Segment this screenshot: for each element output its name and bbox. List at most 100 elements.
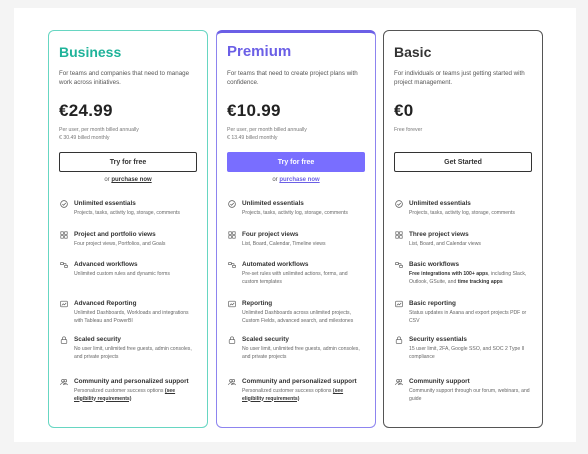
price-note-monthly: € 30.49 billed monthly: [59, 134, 110, 141]
grid-icon: [394, 230, 403, 239]
feature-list: Unlimited essentials Projects, tasks, act…: [227, 199, 365, 407]
price-note-annual: Per user, per month billed annually: [227, 127, 307, 133]
feature-item: Unlimited essentials Projects, tasks, act…: [394, 199, 532, 230]
purchase-prefix: or: [104, 177, 110, 183]
people-icon: [227, 377, 236, 386]
feature-desc: Free integrations with 100+ apps, includ…: [409, 271, 532, 286]
price-note-annual: Per user, per month billed annually: [59, 127, 139, 133]
feature-title: Community and personalized support: [242, 378, 357, 385]
feature-item: Reporting Unlimited Dashboards across unl…: [227, 299, 365, 335]
purchase-line: or purchase now: [59, 177, 197, 187]
purchase-line: or purchase now: [227, 177, 365, 187]
feature-desc: Four project views, Portfolios, and Goal…: [74, 241, 166, 247]
feature-title: Unlimited essentials: [242, 200, 304, 207]
integrations-highlight: Free integrations with 100+ apps: [409, 271, 489, 277]
feature-item: Security essentials 15 user limit, 2FA, G…: [394, 335, 532, 377]
workflow-icon: [227, 260, 236, 269]
feature-item: Three project views List, Board, and Cale…: [394, 230, 532, 260]
feature-desc: Personalized customer success options (s…: [242, 388, 365, 403]
feature-desc: Unlimited Dashboards, Workloads and inte…: [74, 310, 189, 324]
feature-desc: Projects, tasks, activity log, storage, …: [74, 210, 180, 216]
plan-name: Business: [59, 44, 122, 60]
feature-title: Scaled security: [74, 336, 121, 343]
plan-name: Basic: [394, 44, 432, 60]
lock-icon: [59, 335, 68, 344]
feature-desc-text: Personalized customer success options: [242, 388, 332, 394]
feature-list: Unlimited essentials Projects, tasks, act…: [394, 199, 532, 407]
chart-icon: [227, 299, 236, 308]
feature-title: Automated workflows: [242, 261, 309, 268]
feature-desc: No user limit, unlimited free guests, ad…: [74, 346, 192, 360]
feature-item: Community and personalized support Person…: [59, 377, 197, 407]
feature-title: Basic reporting: [409, 300, 456, 307]
purchase-now-link[interactable]: purchase now: [111, 177, 151, 183]
feature-title: Scaled security: [242, 336, 289, 343]
feature-desc: No user limit, unlimited free guests, ad…: [242, 346, 360, 360]
plan-card-business: Business For teams and companies that ne…: [48, 30, 208, 428]
feature-item: Automated workflows Pre-set rules with un…: [227, 260, 365, 299]
purchase-now-link[interactable]: purchase now: [279, 177, 319, 183]
feature-title: Community and personalized support: [74, 378, 189, 385]
people-icon: [59, 377, 68, 386]
purchase-spacer: [394, 177, 532, 187]
price-note-monthly: € 13.49 billed monthly: [227, 134, 278, 141]
people-icon: [394, 377, 403, 386]
feature-title: Advanced workflows: [74, 261, 138, 268]
feature-item: Advanced workflows Unlimited custom rules…: [59, 260, 197, 299]
feature-item: Advanced Reporting Unlimited Dashboards, …: [59, 299, 197, 335]
feature-desc: List, Board, Calendar, Timeline views: [242, 241, 326, 247]
feature-list: Unlimited essentials Projects, tasks, act…: [59, 199, 197, 407]
plan-description: For individuals or teams just getting st…: [394, 70, 525, 86]
price-note: Per user, per month billed annually € 30…: [59, 127, 197, 143]
feature-item: Unlimited essentials Projects, tasks, act…: [59, 199, 197, 230]
feature-title: Unlimited essentials: [74, 200, 136, 207]
pricing-panel: Business For teams and companies that ne…: [14, 8, 576, 442]
feature-desc: Projects, tasks, activity log, storage, …: [409, 210, 515, 216]
feature-desc: Unlimited Dashboards across unlimited pr…: [242, 310, 354, 324]
workflow-icon: [59, 260, 68, 269]
plan-description: For teams and companies that need to man…: [59, 70, 190, 86]
time-tracking-highlight: time tracking apps: [457, 278, 503, 285]
grid-icon: [59, 230, 68, 239]
get-started-button[interactable]: Get Started: [394, 152, 532, 172]
feature-item: Community support Community support throu…: [394, 377, 532, 407]
plan-card-basic: Basic For individuals or teams just gett…: [383, 30, 543, 428]
feature-title: Unlimited essentials: [409, 200, 471, 207]
workflow-icon: [394, 260, 403, 269]
lock-icon: [227, 335, 236, 344]
feature-item: Unlimited essentials Projects, tasks, act…: [227, 199, 365, 230]
feature-title: Basic workflows: [409, 261, 460, 268]
feature-desc: Unlimited custom rules and dynamic forms: [74, 271, 170, 277]
chart-icon: [394, 299, 403, 308]
feature-desc: Pre-set rules with unlimited actions, fo…: [242, 271, 348, 285]
feature-item: Community and personalized support Person…: [227, 377, 365, 407]
price-note: Free forever: [394, 127, 532, 143]
feature-title: Project and portfolio views: [74, 231, 156, 238]
try-for-free-button[interactable]: Try for free: [227, 152, 365, 172]
feature-title: Advanced Reporting: [74, 300, 137, 307]
try-for-free-button[interactable]: Try for free: [59, 152, 197, 172]
plan-price: €10.99: [227, 101, 281, 120]
feature-desc: Status updates in Asana and export proje…: [409, 310, 527, 324]
check-circle-icon: [394, 199, 403, 208]
feature-desc: List, Board, and Calendar views: [409, 241, 481, 247]
feature-title: Community support: [409, 378, 470, 385]
plan-description: For teams that need to create project pl…: [227, 70, 358, 86]
plan-name: Premium: [227, 43, 292, 60]
plan-price: €0: [394, 101, 414, 120]
plan-price: €24.99: [59, 101, 113, 120]
lock-icon: [394, 335, 403, 344]
purchase-prefix: or: [272, 177, 278, 183]
feature-desc: 15 user limit, 2FA, Google SSO, and SOC …: [409, 346, 525, 360]
feature-title: Reporting: [242, 300, 273, 307]
check-circle-icon: [227, 199, 236, 208]
feature-item: Scaled security No user limit, unlimited …: [227, 335, 365, 377]
chart-icon: [59, 299, 68, 308]
feature-title: Security essentials: [409, 336, 467, 343]
grid-icon: [227, 230, 236, 239]
feature-desc-text: Personalized customer success options: [74, 388, 164, 394]
price-note-free: Free forever: [394, 127, 423, 133]
feature-title: Three project views: [409, 231, 469, 238]
feature-desc: Personalized customer success options (s…: [74, 388, 197, 403]
plan-card-premium: Premium For teams that need to create pr…: [216, 30, 376, 428]
